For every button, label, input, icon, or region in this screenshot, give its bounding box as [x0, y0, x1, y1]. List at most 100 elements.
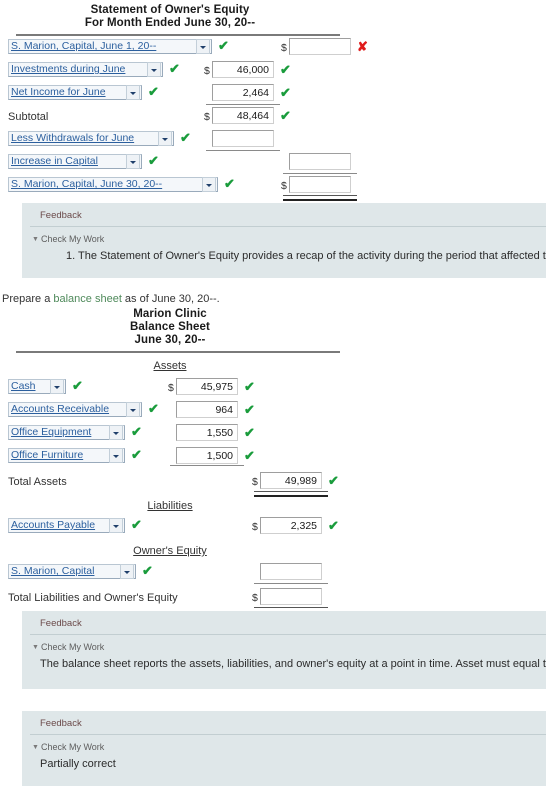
feedback1-heading: Feedback — [30, 203, 546, 227]
stmt1-row-6-amount-input[interactable] — [289, 176, 351, 193]
collapse-triangle-icon: ▼ — [32, 744, 39, 751]
statement1-row: Investments during June ✔ $ ✔ — [0, 61, 380, 84]
collapse-triangle-icon: ▼ — [32, 236, 39, 243]
feedback2-body: The balance sheet reports the assets, li… — [40, 658, 546, 670]
statement2-period: June 30, 20-- — [134, 334, 206, 346]
prompt-before: Prepare a — [2, 293, 54, 305]
feedback2-check-my-work-toggle[interactable]: ▼ Check My Work — [22, 635, 546, 652]
owners-equity-caption-text: Owner's Equity — [133, 545, 207, 557]
chevron-down-icon[interactable] — [50, 379, 64, 394]
feedback1-check-my-work-toggle[interactable]: ▼ Check My Work — [22, 227, 546, 244]
statement1-title: Statement of Owner's Equity — [90, 4, 250, 16]
bs-equity-amount-input[interactable] — [260, 563, 322, 580]
correct-check-icon: ✔ — [224, 176, 235, 191]
bs-asset-0-dropdown-label: Cash — [11, 380, 36, 392]
bs-asset-2-dropdown[interactable]: Office Equipment — [8, 425, 125, 440]
statement1-row: Net Income for June ✔ ✔ — [0, 84, 380, 107]
stmt1-row-5-amount-input[interactable] — [289, 153, 351, 170]
collapse-triangle-icon: ▼ — [32, 644, 39, 651]
stmt1-row-0-currency-symbol: $ — [281, 42, 287, 54]
correct-check-icon: ✔ — [280, 85, 291, 100]
bs-asset-0-dropdown[interactable]: Cash — [8, 379, 66, 394]
stmt1-row-2-dropdown[interactable]: Net Income for June — [8, 85, 142, 100]
chevron-down-icon[interactable] — [109, 425, 123, 440]
chevron-down-icon[interactable] — [126, 154, 140, 169]
balance-sheet-prompt: Prepare a balance sheet as of June 30, 2… — [2, 293, 220, 305]
equity-rule — [254, 583, 328, 584]
subtotal-rule — [206, 104, 280, 105]
statement1-row: Subtotal $ ✔ — [0, 107, 380, 130]
total-assets-currency-symbol: $ — [252, 476, 258, 488]
feedback1-check-my-work-label: Check My Work — [40, 234, 105, 244]
bs-asset-1-dropdown-label: Accounts Receivable — [11, 403, 110, 415]
bs-asset-3-amount-input[interactable] — [176, 447, 238, 464]
chevron-down-icon[interactable] — [126, 85, 140, 100]
stmt1-row-5-dropdown-label: Increase in Capital — [11, 155, 98, 167]
bs-asset-1-dropdown[interactable]: Accounts Receivable — [8, 402, 142, 417]
stmt1-row-1-amount-input[interactable] — [212, 61, 274, 78]
statement1-row: Less Withdrawals for June ✔ — [0, 130, 380, 153]
bs-equity-dropdown-label: S. Marion, Capital — [11, 565, 95, 577]
stmt1-row-4-dropdown[interactable]: Less Withdrawals for June — [8, 131, 174, 146]
correct-check-icon: ✔ — [180, 130, 191, 145]
balance-sheet-asset-row: Cash ✔ $ ✔ — [0, 378, 380, 401]
stmt1-row-6-dropdown[interactable]: S. Marion, Capital, June 30, 20-- — [8, 177, 218, 192]
chevron-down-icon[interactable] — [120, 564, 134, 579]
chevron-down-icon[interactable] — [158, 131, 172, 146]
bs-equity-dropdown[interactable]: S. Marion, Capital — [8, 564, 136, 579]
stmt1-row-0-amount-input[interactable] — [289, 38, 351, 55]
bs-asset-2-amount-input[interactable] — [176, 424, 238, 441]
bs-asset-1-amount-input[interactable] — [176, 401, 238, 418]
correct-check-icon: ✔ — [244, 379, 255, 394]
correct-check-icon: ✔ — [131, 424, 142, 439]
balance-sheet-link[interactable]: balance sheet — [53, 293, 122, 305]
assets-caption-text: Assets — [153, 360, 187, 372]
increase-capital-rule — [283, 173, 357, 174]
correct-check-icon: ✔ — [148, 84, 159, 99]
ending-capital-double-rule — [283, 195, 357, 201]
feedback2-check-my-work-label: Check My Work — [40, 642, 105, 652]
stmt1-row-1-currency-symbol: $ — [204, 65, 210, 77]
feedback1-body: 1. The Statement of Owner's Equity provi… — [66, 250, 546, 262]
stmt1-row-1-dropdown-label: Investments during June — [11, 63, 126, 75]
total-assets-label: Total Assets — [8, 476, 67, 488]
bs-liability-currency-symbol: $ — [252, 521, 258, 533]
stmt1-row-4-amount-input[interactable] — [212, 130, 274, 147]
balance-sheet-liability-row: Accounts Payable ✔ $ ✔ — [0, 517, 380, 540]
chevron-down-icon[interactable] — [147, 62, 161, 77]
correct-check-icon: ✔ — [328, 518, 339, 533]
stmt1-row-5-dropdown[interactable]: Increase in Capital — [8, 154, 142, 169]
stmt1-row-0-dropdown-label: S. Marion, Capital, June 1, 20-- — [11, 40, 157, 52]
correct-check-icon: ✔ — [148, 153, 159, 168]
feedback3-check-my-work-label: Check My Work — [40, 742, 105, 752]
chevron-down-icon[interactable] — [202, 177, 216, 192]
feedback3-heading: Feedback — [30, 711, 546, 735]
liabilities-caption-text: Liabilities — [147, 500, 193, 512]
bs-liability-dropdown[interactable]: Accounts Payable — [8, 518, 125, 533]
chevron-down-icon[interactable] — [196, 39, 210, 54]
prompt-after: as of June 30, 20--. — [121, 293, 220, 305]
stmt1-row-0-dropdown[interactable]: S. Marion, Capital, June 1, 20-- — [8, 39, 212, 54]
stmt1-row-6-dropdown-label: S. Marion, Capital, June 30, 20-- — [11, 178, 163, 190]
feedback3-check-my-work-toggle[interactable]: ▼ Check My Work — [22, 735, 546, 752]
assets-caption: Assets — [0, 360, 340, 372]
bs-asset-3-dropdown[interactable]: Office Furniture — [8, 448, 125, 463]
correct-check-icon: ✔ — [328, 473, 339, 488]
stmt1-row-3-label: Subtotal — [8, 111, 49, 123]
feedback-panel-2: Feedback ▼ Check My Work The balance shee… — [22, 611, 546, 689]
chevron-down-icon[interactable] — [109, 448, 123, 463]
stmt1-row-2-amount-input[interactable] — [212, 84, 274, 101]
total-liabilities-equity-amount-input[interactable] — [260, 588, 322, 605]
chevron-down-icon[interactable] — [109, 518, 123, 533]
total-assets-rule — [170, 465, 244, 466]
total-assets-amount-input[interactable] — [260, 472, 322, 489]
bs-liability-amount-input[interactable] — [260, 517, 322, 534]
correct-check-icon: ✔ — [244, 448, 255, 463]
stmt1-row-1-dropdown[interactable]: Investments during June — [8, 62, 163, 77]
stmt1-row-6-currency-symbol: $ — [281, 180, 287, 192]
chevron-down-icon[interactable] — [126, 402, 140, 417]
balance-sheet-asset-row: Office Equipment ✔ ✔ — [0, 424, 380, 447]
stmt1-row-3-amount-input[interactable] — [212, 107, 274, 124]
bs-asset-0-amount-input[interactable] — [176, 378, 238, 395]
correct-check-icon: ✔ — [218, 38, 229, 53]
